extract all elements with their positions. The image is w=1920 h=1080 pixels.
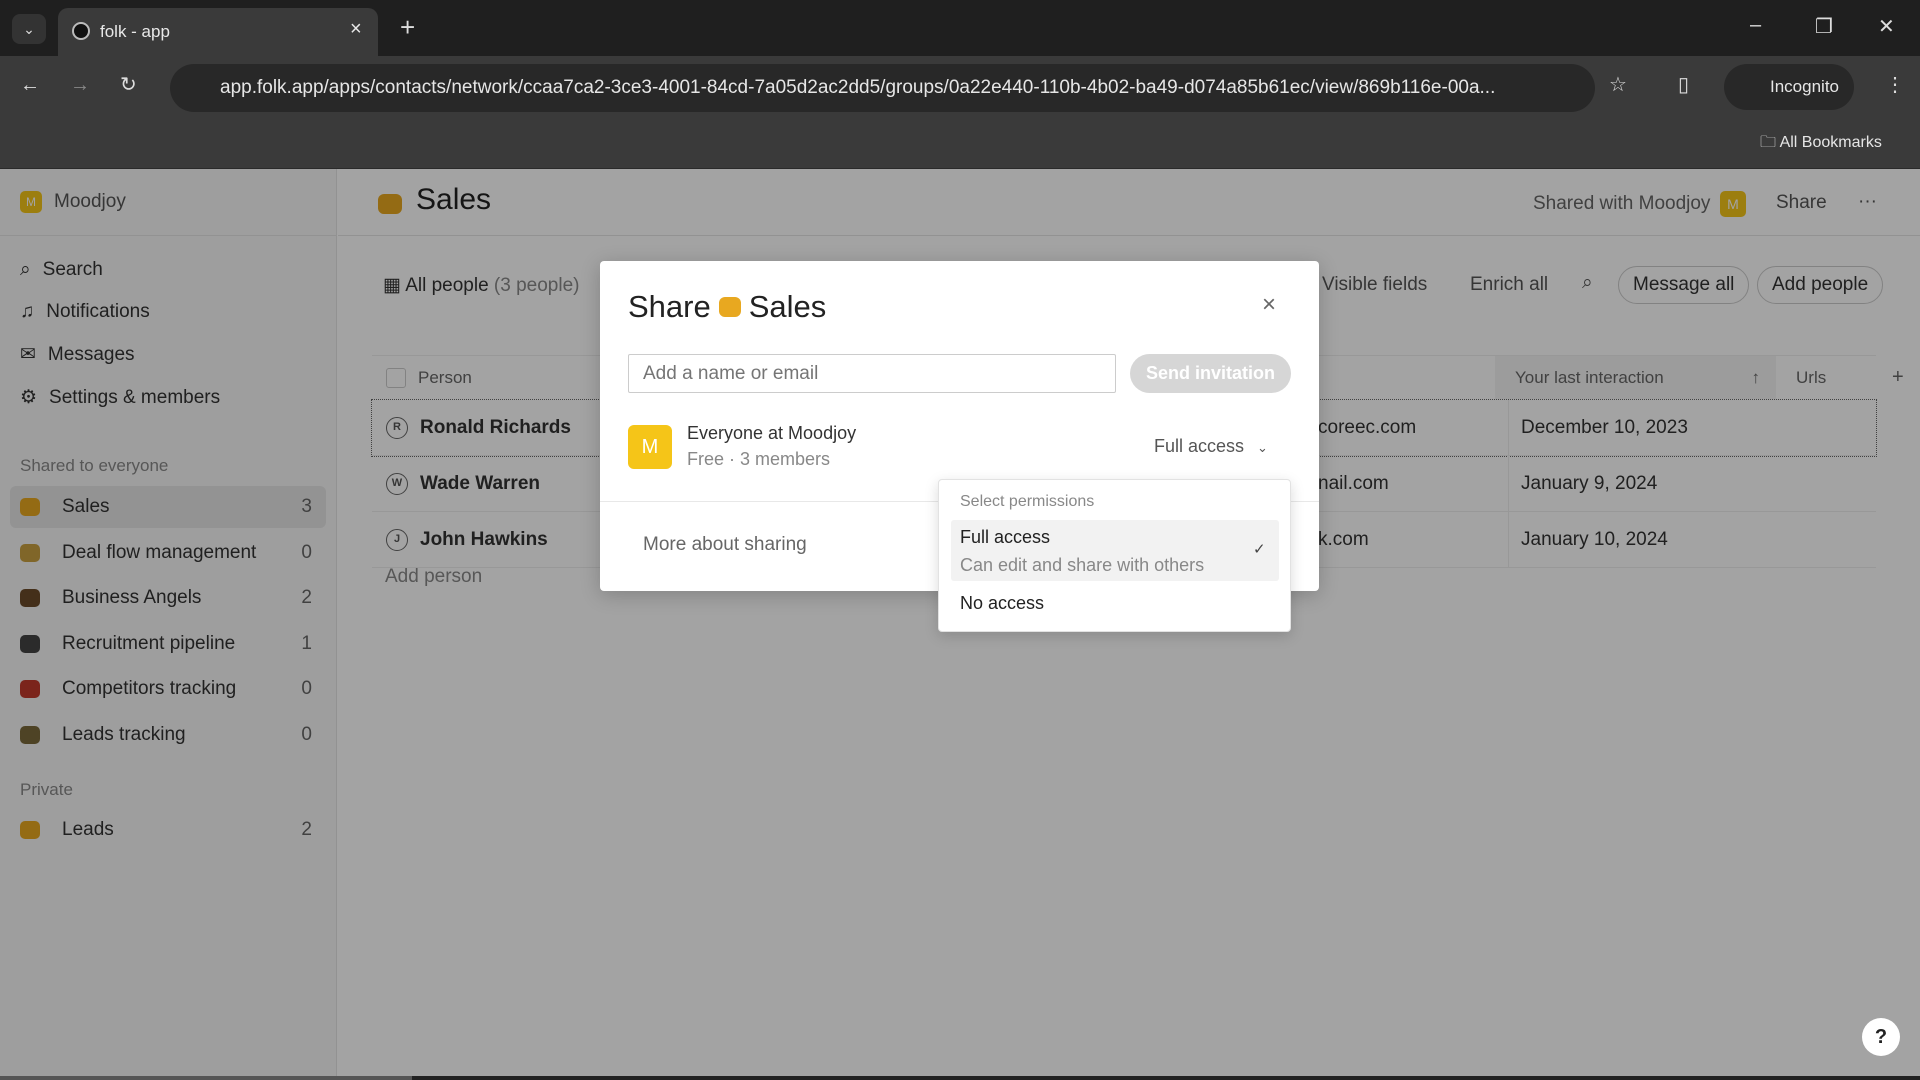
close-tab-icon[interactable]: × [350,18,362,41]
option-description: Can edit and share with others [960,555,1205,575]
option-label: Full access [960,527,1051,547]
minimize-icon[interactable]: – [1750,14,1761,37]
name-email-input[interactable] [628,354,1116,393]
tab-title: folk - app [100,22,170,41]
bookmarks-label: All Bookmarks [1779,134,1882,151]
bookmarks-bar: 🗀 All Bookmarks [0,119,1920,169]
progress-fill [0,1076,412,1080]
close-window-icon[interactable]: ✕ [1878,14,1895,39]
option-full-access[interactable]: Full access Can edit and share with othe… [951,520,1279,581]
close-icon[interactable]: × [1262,291,1276,319]
modal-title-prefix: Share [628,289,711,324]
fist-emoji-icon [718,297,741,317]
permissions-dropdown: Select permissions Full access Can edit … [938,479,1291,632]
modal-title-group: Sales [748,289,827,324]
member-subtitle: Free · 3 members [687,449,831,469]
help-button[interactable]: ? [1862,1018,1900,1056]
back-icon[interactable]: ← [20,74,40,97]
option-no-access[interactable]: No access [960,593,1044,614]
chevron-down-icon: ⌄ [1257,440,1268,455]
modal-title: Share Sales [628,289,826,325]
star-icon[interactable]: ☆ [1609,72,1627,97]
permission-select[interactable]: Full access ⌄ [1154,436,1268,457]
url-text: app.folk.app/apps/contacts/network/ccaa7… [220,77,1496,98]
permission-value: Full access [1154,436,1245,456]
browser-tab[interactable]: folk - app × [58,8,378,56]
folk-app: M Moodjoy ⌕ Search ♫ Notifications ✉ Messag… [0,169,1920,1080]
send-invitation-button[interactable]: Send invitation [1130,354,1291,393]
all-bookmarks[interactable]: 🗀 All Bookmarks [1760,131,1882,158]
favicon-icon [72,22,90,40]
restore-icon[interactable]: ❐ [1815,14,1833,39]
incognito-badge[interactable]: Incognito [1724,64,1854,110]
check-icon: ✓ [1253,541,1266,558]
dropdown-heading: Select permissions [960,493,1095,510]
browser-tab-bar: ⌄ folk - app × + – ❐ ✕ [0,0,1920,56]
profile-label: Incognito [1770,77,1839,96]
tab-search-button[interactable]: ⌄ [12,14,46,44]
new-tab-icon[interactable]: + [400,12,415,43]
member-name: Everyone at Moodjoy [687,423,857,443]
member-avatar: M [628,425,672,469]
bottom-bar [0,1076,1920,1080]
forward-icon[interactable]: → [70,74,90,97]
side-panel-icon[interactable]: ▯ [1678,72,1689,97]
more-about-sharing-link[interactable]: More about sharing [643,534,807,556]
menu-icon[interactable]: ⋮ [1885,72,1905,97]
address-bar[interactable]: app.folk.app/apps/contacts/network/ccaa7… [170,64,1595,112]
reload-icon[interactable]: ↻ [120,72,137,97]
